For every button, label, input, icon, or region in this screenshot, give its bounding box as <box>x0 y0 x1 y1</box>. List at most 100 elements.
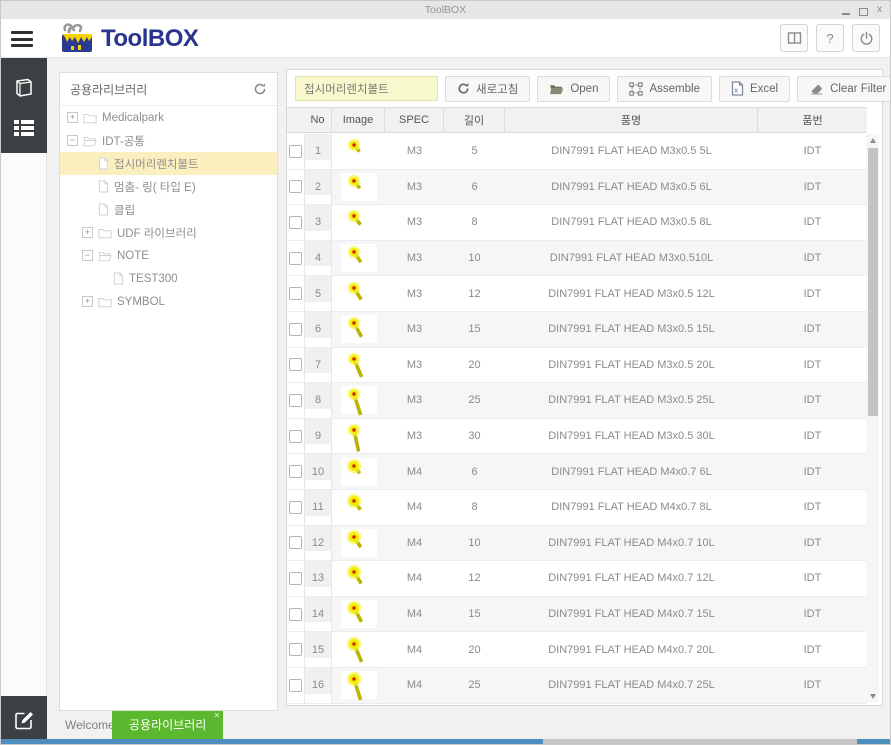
row-checkbox[interactable] <box>289 536 302 549</box>
tree-item[interactable]: TEST300 <box>60 267 277 290</box>
table-row[interactable]: 9 M3 30 DIN7991 FLAT HEAD M3x0.5 30L IDT <box>287 419 867 455</box>
cell-spec: M3 <box>385 134 444 169</box>
help-icon: ? <box>826 31 833 46</box>
row-checkbox[interactable] <box>289 608 302 621</box>
maximize-icon[interactable] <box>859 8 868 16</box>
power-button[interactable] <box>852 24 880 52</box>
help-button[interactable]: ? <box>816 24 844 52</box>
tree-item[interactable]: 접시머리렌치볼트 <box>60 152 277 175</box>
hamburger-menu-icon[interactable] <box>11 31 33 47</box>
scroll-up-icon[interactable] <box>866 134 879 146</box>
tree-refresh-button[interactable] <box>253 82 267 96</box>
table-row[interactable]: 2 M3 6 DIN7991 FLAT HEAD M3x0.5 6L IDT <box>287 170 867 206</box>
cell-no: 6 <box>304 312 332 347</box>
row-checkbox[interactable] <box>289 643 302 656</box>
row-checkbox[interactable] <box>289 430 302 443</box>
excel-icon: x <box>731 81 744 96</box>
list-nav-button[interactable] <box>12 116 36 140</box>
bolt-image <box>341 386 377 414</box>
table-row[interactable]: 16 M4 25 DIN7991 FLAT HEAD M4x0.7 25L ID… <box>287 668 867 704</box>
bolt-image <box>341 671 377 699</box>
window-title: ToolBOX <box>1 4 890 16</box>
tree-item[interactable]: + UDF 라이브러리 <box>60 221 277 244</box>
bolt-image <box>341 564 377 592</box>
row-checkbox[interactable] <box>289 145 302 158</box>
split-view-button[interactable] <box>780 24 808 52</box>
assemble-button[interactable]: Assemble <box>617 76 712 102</box>
col-length[interactable]: 길이 <box>444 108 505 132</box>
table-row[interactable]: 14 M4 15 DIN7991 FLAT HEAD M4x0.7 15L ID… <box>287 597 867 633</box>
bolt-image <box>341 351 377 379</box>
table-row[interactable]: 3 M3 8 DIN7991 FLAT HEAD M3x0.5 8L IDT <box>287 205 867 241</box>
filter-input[interactable] <box>295 76 438 101</box>
col-no[interactable]: No <box>304 108 332 132</box>
tree-item[interactable]: + Medicalpark <box>60 106 277 129</box>
table-row[interactable]: 10 M4 6 DIN7991 FLAT HEAD M4x0.7 6L IDT <box>287 454 867 490</box>
row-checkbox[interactable] <box>289 323 302 336</box>
tab-welcome[interactable]: Welcome <box>65 718 115 732</box>
minimize-icon[interactable] <box>842 13 850 15</box>
row-checkbox[interactable] <box>289 679 302 692</box>
table-row[interactable]: 7 M3 20 DIN7991 FLAT HEAD M3x0.5 20L IDT <box>287 348 867 384</box>
library-nav-button[interactable] <box>12 76 36 100</box>
row-checkbox[interactable] <box>289 252 302 265</box>
tree-item[interactable]: − IDT-공통 <box>60 129 277 152</box>
refresh-list-button[interactable]: 새로고침 <box>445 76 530 102</box>
vertical-scrollbar[interactable] <box>866 134 879 702</box>
row-checkbox[interactable] <box>289 287 302 300</box>
cell-length: 20 <box>444 632 505 667</box>
tree-expander-icon[interactable]: + <box>82 227 93 238</box>
scrollbar-thumb[interactable] <box>868 148 878 416</box>
cell-name: DIN7991 FLAT HEAD M3x0.5 25L <box>505 383 758 418</box>
row-checkbox[interactable] <box>289 572 302 585</box>
file-icon <box>98 157 109 170</box>
tree-item[interactable]: 클립 <box>60 198 277 221</box>
parts-list-panel: 새로고침 Open Assemble <box>286 69 883 706</box>
cell-length: 8 <box>444 205 505 240</box>
tree-expander-icon[interactable]: − <box>67 135 78 146</box>
table-row[interactable]: 8 M3 25 DIN7991 FLAT HEAD M3x0.5 25L IDT <box>287 383 867 419</box>
scroll-down-icon[interactable] <box>866 690 879 702</box>
cell-name: DIN7991 FLAT HEAD M3x0.510L <box>505 241 758 276</box>
cell-code: IDT <box>758 134 867 169</box>
col-image[interactable]: Image <box>332 108 385 132</box>
table-row[interactable]: 12 M4 10 DIN7991 FLAT HEAD M4x0.7 10L ID… <box>287 526 867 562</box>
tab-library[interactable]: 공용라이브러리 ✕ <box>112 711 223 740</box>
row-checkbox[interactable] <box>289 465 302 478</box>
table-row[interactable]: 6 M3 15 DIN7991 FLAT HEAD M3x0.5 15L IDT <box>287 312 867 348</box>
tree-item[interactable]: 멈춤- 링( 타입 E) <box>60 175 277 198</box>
tab-close-icon[interactable]: ✕ <box>214 712 221 720</box>
left-nav-rail <box>1 58 47 744</box>
row-checkbox[interactable] <box>289 394 302 407</box>
close-icon[interactable]: x <box>877 3 882 17</box>
table-row[interactable]: 15 M4 20 DIN7991 FLAT HEAD M4x0.7 20L ID… <box>287 632 867 668</box>
cell-spec: M4 <box>385 490 444 525</box>
refresh-icon <box>253 82 267 96</box>
bolt-image <box>341 422 377 450</box>
cell-code: IDT <box>758 312 867 347</box>
cell-no: 7 <box>304 348 332 383</box>
tree-expander-icon[interactable]: + <box>82 296 93 307</box>
tree-item[interactable]: − NOTE <box>60 244 277 267</box>
row-checkbox[interactable] <box>289 501 302 514</box>
cell-name: DIN7991 FLAT HEAD M4x0.7 15L <box>505 597 758 632</box>
row-checkbox[interactable] <box>289 216 302 229</box>
tree-expander-icon[interactable]: + <box>67 112 78 123</box>
cell-length: 15 <box>444 312 505 347</box>
open-button[interactable]: Open <box>537 76 610 102</box>
col-code[interactable]: 품번 <box>758 108 867 132</box>
tree-item[interactable]: + SYMBOL <box>60 290 277 313</box>
tree-expander-icon[interactable]: − <box>82 250 93 261</box>
table-row[interactable]: 11 M4 8 DIN7991 FLAT HEAD M4x0.7 8L IDT <box>287 490 867 526</box>
excel-button[interactable]: x Excel <box>719 76 790 102</box>
clear-filter-button[interactable]: Clear Filter <box>797 76 891 102</box>
row-checkbox[interactable] <box>289 180 302 193</box>
row-checkbox[interactable] <box>289 358 302 371</box>
table-row[interactable]: 1 M3 5 DIN7991 FLAT HEAD M3x0.5 5L IDT <box>287 134 867 170</box>
table-row[interactable]: 4 M3 10 DIN7991 FLAT HEAD M3x0.510L IDT <box>287 241 867 277</box>
table-row[interactable]: 13 M4 12 DIN7991 FLAT HEAD M4x0.7 12L ID… <box>287 561 867 597</box>
col-name[interactable]: 품명 <box>505 108 758 132</box>
table-row[interactable]: 5 M3 12 DIN7991 FLAT HEAD M3x0.5 12L IDT <box>287 276 867 312</box>
col-spec[interactable]: SPEC <box>385 108 444 132</box>
cell-length: 6 <box>444 170 505 205</box>
